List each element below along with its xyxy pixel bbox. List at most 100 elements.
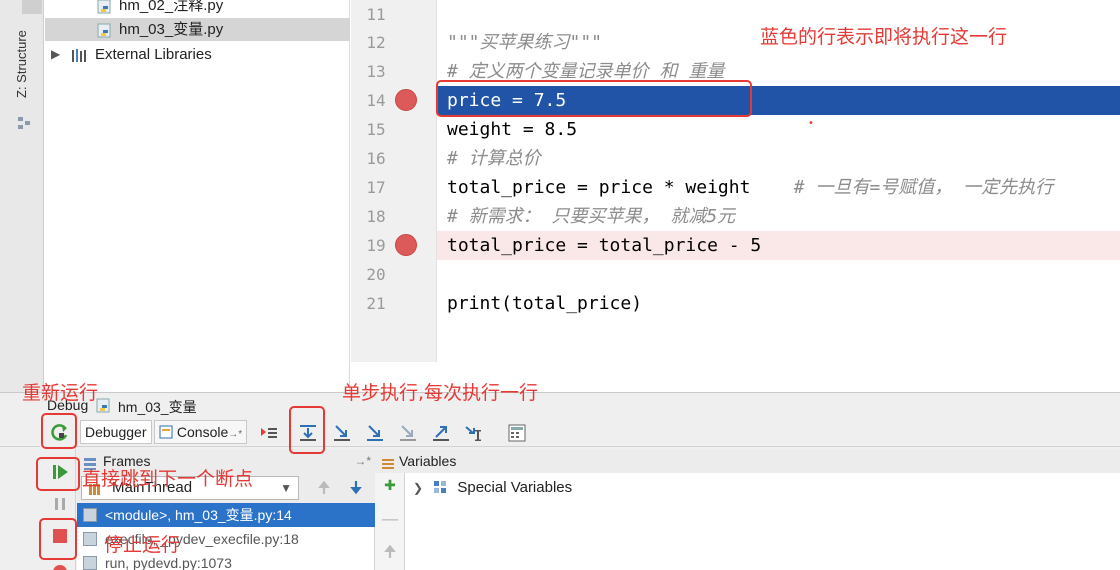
annotation-box-rerun bbox=[41, 413, 77, 449]
console-icon bbox=[159, 425, 173, 439]
structure-tool-tab[interactable]: Z: Structure bbox=[14, 30, 38, 140]
line-number: 16 bbox=[366, 149, 386, 168]
line-number: 12 bbox=[366, 33, 386, 52]
step-into-icon bbox=[334, 425, 350, 441]
annotation-current-line: 蓝色的行表示即将执行这一行 bbox=[760, 26, 1008, 48]
annotation-dot: • bbox=[808, 118, 814, 129]
project-tree: hm_02_注释.py hm_03_变量.py ▶ External Libra… bbox=[45, 0, 350, 392]
move-up-icon[interactable]: 🠉 bbox=[381, 543, 399, 561]
code-editor[interactable]: 11 12 13 14 15 16 17 18 19 20 21 """买苹果练… bbox=[351, 0, 1120, 392]
annotation-box-step-over bbox=[289, 406, 325, 454]
python-file-icon bbox=[97, 22, 113, 38]
show-execution-point-icon bbox=[261, 428, 277, 438]
code-text: total_price = total_price - 5 bbox=[447, 235, 762, 256]
special-variables-icon bbox=[433, 480, 447, 494]
chevron-down-icon: ▼ bbox=[280, 481, 292, 495]
variables-title: Variables bbox=[399, 453, 457, 469]
tab-console[interactable]: Console→* bbox=[154, 420, 248, 444]
show-execution-point-button[interactable] bbox=[258, 422, 280, 444]
line-number: 15 bbox=[366, 120, 386, 139]
remove-watch-icon[interactable]: — bbox=[381, 511, 399, 529]
frame-icon bbox=[83, 556, 97, 570]
annotation-resume: 直接跳到下一个断点 bbox=[82, 468, 254, 490]
evaluate-expression-button[interactable] bbox=[506, 422, 528, 444]
annotation-step-over: 单步执行,每次执行一行 bbox=[342, 382, 539, 404]
tool-window-strip: Z: Structure bbox=[0, 0, 44, 392]
variables-header: Variables bbox=[375, 449, 1120, 473]
force-step-into-button[interactable] bbox=[397, 422, 419, 444]
step-out-button[interactable] bbox=[430, 422, 452, 444]
breakpoint-icon[interactable] bbox=[395, 89, 417, 111]
variables-panel: Variables ❯ Special Variables bbox=[375, 449, 1120, 570]
comment: # 定义两个变量记录单价 和 重量 bbox=[447, 61, 725, 82]
frame-icon bbox=[83, 532, 97, 546]
previous-frame-button[interactable]: 🠉 bbox=[315, 479, 333, 497]
expand-arrow-icon[interactable]: ❯ bbox=[413, 481, 429, 495]
docstring: """买苹果练习""" bbox=[447, 32, 603, 53]
line-number: 17 bbox=[366, 178, 386, 197]
frame-label: <module>, hm_03_变量.py:14 bbox=[105, 507, 292, 523]
line-number: 13 bbox=[366, 62, 386, 81]
calculator-icon bbox=[508, 424, 526, 442]
line-number: 18 bbox=[366, 207, 386, 226]
code-line[interactable]: # 计算总价 bbox=[437, 144, 1120, 173]
step-into-my-code-button[interactable] bbox=[364, 422, 386, 444]
code-line[interactable]: # 新需求： 只要买苹果， 就减5元 bbox=[437, 202, 1120, 231]
annotation-stop: 停止运行 bbox=[104, 534, 181, 556]
pin-icon[interactable]: →* bbox=[354, 449, 371, 473]
tree-item-label: External Libraries bbox=[95, 46, 212, 63]
variables-icon bbox=[381, 454, 395, 469]
python-file-icon bbox=[96, 397, 112, 413]
view-breakpoints-button[interactable] bbox=[49, 561, 71, 570]
code-line[interactable]: weight = 8.5 bbox=[437, 115, 1120, 144]
pause-icon bbox=[55, 498, 65, 510]
structure-tab-label: Z: Structure bbox=[14, 30, 29, 98]
python-file-icon bbox=[97, 0, 113, 14]
line-number: 20 bbox=[366, 265, 386, 284]
debug-header: Debug hm_03_变量 bbox=[0, 393, 1120, 417]
structure-icon bbox=[17, 116, 31, 130]
comment: # 计算总价 bbox=[447, 148, 541, 169]
pause-button[interactable] bbox=[49, 493, 71, 515]
strip-top-button[interactable] bbox=[22, 0, 42, 14]
frame-item[interactable]: <module>, hm_03_变量.py:14 bbox=[77, 503, 375, 527]
variable-row[interactable]: ❯ Special Variables bbox=[413, 479, 572, 496]
tab-debugger[interactable]: Debugger bbox=[80, 420, 152, 444]
run-to-cursor-icon bbox=[465, 426, 481, 441]
code-text: print(total_price) bbox=[447, 293, 643, 314]
line-number: 11 bbox=[366, 5, 386, 24]
tab-label: Console bbox=[176, 424, 229, 440]
variable-label: Special Variables bbox=[457, 479, 573, 496]
breakpoints-icon bbox=[53, 565, 67, 570]
line-number: 21 bbox=[366, 294, 386, 313]
comment: # 一旦有=号赋值， 一定先执行 bbox=[793, 177, 1054, 198]
tree-item-hm03[interactable]: hm_03_变量.py bbox=[45, 18, 350, 41]
run-config-name[interactable]: hm_03_变量 bbox=[118, 397, 197, 417]
expand-arrow-icon[interactable]: ▶ bbox=[51, 43, 60, 66]
tab-suffix: →* bbox=[228, 429, 243, 440]
run-to-cursor-button[interactable] bbox=[463, 422, 485, 444]
library-icon bbox=[71, 47, 89, 62]
line-number: 19 bbox=[366, 236, 386, 255]
debug-toolbar: Debugger Console→* bbox=[0, 417, 1120, 447]
breakpoint-line[interactable]: total_price = total_price - 5 bbox=[437, 231, 1120, 260]
annotation-box-current-line bbox=[436, 80, 752, 117]
step-into-button[interactable] bbox=[331, 422, 353, 444]
frame-label: run, pydevd.py:1073 bbox=[105, 555, 232, 570]
tree-item-hm02[interactable]: hm_02_注释.py bbox=[45, 0, 350, 17]
step-out-icon bbox=[433, 426, 449, 441]
annotation-box-stop bbox=[39, 518, 77, 560]
tree-item-label: hm_03_变量.py bbox=[119, 21, 224, 38]
tree-item-external-libraries[interactable]: ▶ External Libraries bbox=[45, 43, 350, 66]
next-frame-button[interactable]: 🠋 bbox=[347, 479, 365, 497]
force-step-into-icon bbox=[400, 425, 416, 441]
code-text: weight = 8.5 bbox=[447, 119, 578, 140]
annotation-rerun: 重新运行 bbox=[22, 382, 99, 404]
tab-label: Debugger bbox=[85, 424, 147, 440]
code-line[interactable]: print(total_price) bbox=[437, 289, 1120, 318]
add-watch-icon[interactable]: ✚ bbox=[381, 477, 399, 495]
comment: # 新需求： 只要买苹果， 就减5元 bbox=[447, 206, 736, 227]
breakpoint-icon[interactable] bbox=[395, 234, 417, 256]
code-line[interactable]: total_price = price * weight # 一旦有=号赋值， … bbox=[437, 173, 1120, 202]
frame-icon bbox=[83, 508, 97, 522]
